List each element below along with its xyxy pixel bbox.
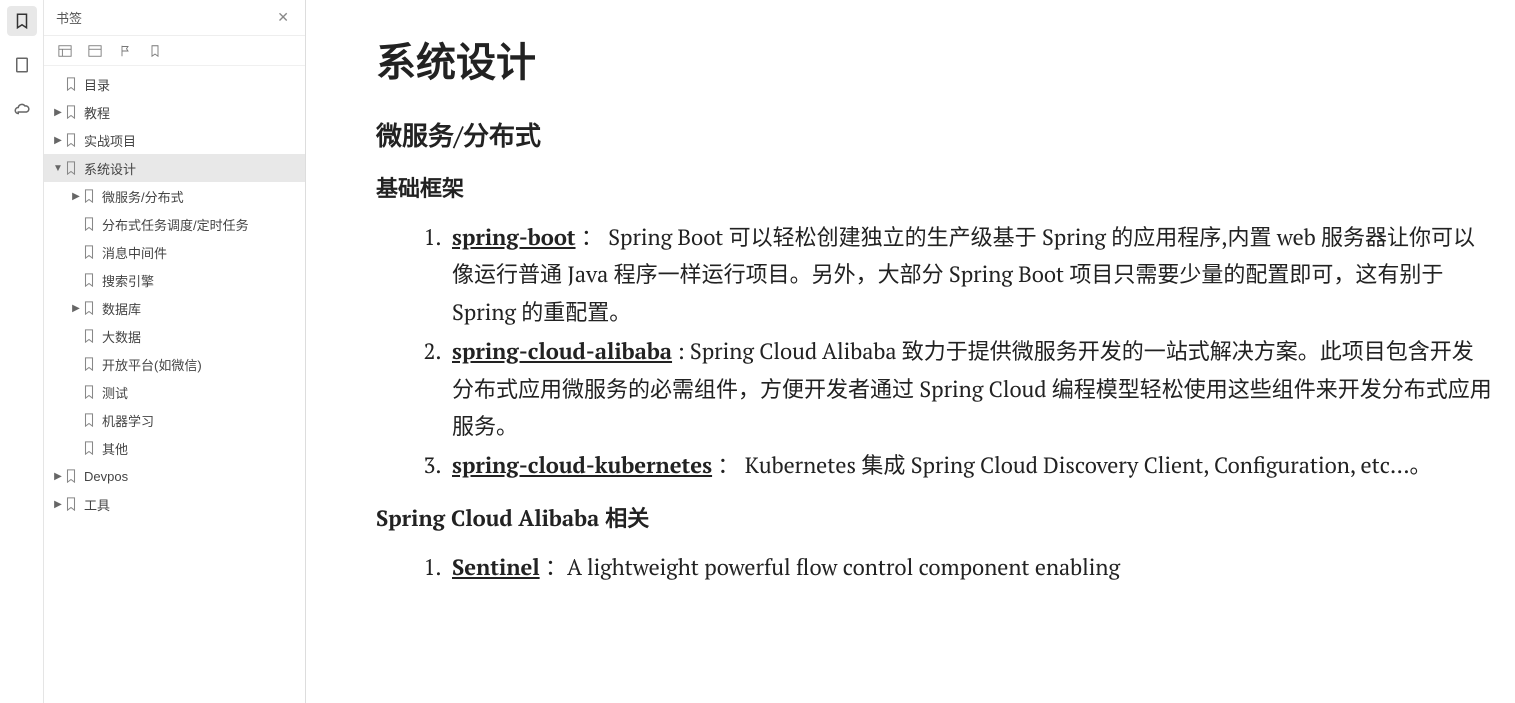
sidebar-title: 书签 bbox=[56, 8, 82, 27]
bookmark-icon-small bbox=[64, 469, 78, 483]
bookmark-icon-small bbox=[82, 217, 96, 231]
icon-rail bbox=[0, 0, 44, 703]
bookmarks-sidebar: 书签 ✕ 目录 ▶ 教程 ▶ 实战项目 ▼ 系统设计 ▶ 微服务/分布式分布式任务调度/定时任务… bbox=[44, 0, 306, 703]
bookmark-label: 系统设计 bbox=[84, 159, 136, 178]
bookmark-label: 数据库 bbox=[102, 299, 141, 318]
list-item-text: ： Spring Boot 可以轻松创建独立的生产级基于 Spring 的应用程… bbox=[452, 223, 1475, 327]
bookmark-label: 测试 bbox=[102, 383, 128, 402]
bookmark-icon-small bbox=[82, 441, 96, 455]
list-item-text: ： Kubernetes 集成 Spring Cloud Discovery C… bbox=[712, 451, 1431, 480]
bookmark-label: 分布式任务调度/定时任务 bbox=[102, 215, 249, 234]
bookmark-icon-small bbox=[82, 413, 96, 427]
bookmark-icon-small bbox=[82, 329, 96, 343]
framework-link[interactable]: Sentinel bbox=[452, 553, 540, 582]
bookmark-icon-small bbox=[64, 161, 78, 175]
bookmark-label: Devpos bbox=[84, 469, 128, 484]
bookmark-item[interactable]: ▶ Devpos bbox=[44, 462, 305, 490]
bookmark-item[interactable]: ▶ 教程 bbox=[44, 98, 305, 126]
bookmark-label: 目录 bbox=[84, 75, 110, 94]
bookmark-icon-small bbox=[82, 301, 96, 315]
section-heading: 微服务/分布式 bbox=[376, 116, 1495, 153]
bookmark-item[interactable]: ▼ 系统设计 bbox=[44, 154, 305, 182]
bookmark-label: 消息中间件 bbox=[102, 243, 167, 262]
framework-link[interactable]: spring-cloud-kubernetes bbox=[452, 451, 712, 480]
bookmark-item[interactable]: 机器学习 bbox=[44, 406, 305, 434]
bookmark-item[interactable]: ▶ 数据库 bbox=[44, 294, 305, 322]
bookmark-icon-small bbox=[64, 133, 78, 147]
chevron-right-icon[interactable]: ▶ bbox=[70, 303, 82, 314]
bookmark-label: 其他 bbox=[102, 439, 128, 458]
bookmark-icon-small bbox=[82, 273, 96, 287]
close-icon[interactable]: ✕ bbox=[273, 7, 293, 28]
bookmark-outline-icon[interactable] bbox=[146, 42, 164, 60]
layout-icon[interactable] bbox=[56, 42, 74, 60]
alibaba-list: Sentinel ：A lightweight powerful flow co… bbox=[446, 549, 1495, 586]
framework-list: spring-boot ： Spring Boot 可以轻松创建独立的生产级基于… bbox=[446, 219, 1495, 485]
bookmark-icon-small bbox=[82, 189, 96, 203]
list-item: spring-cloud-alibaba : Spring Cloud Alib… bbox=[446, 333, 1495, 445]
sidebar-toolbar bbox=[44, 36, 305, 66]
bookmark-icon[interactable] bbox=[7, 6, 37, 36]
subsection-heading: 基础框架 bbox=[376, 171, 1495, 203]
collapse-icon[interactable] bbox=[86, 42, 104, 60]
bookmark-label: 微服务/分布式 bbox=[102, 187, 184, 206]
list-item-text: ：A lightweight powerful flow control com… bbox=[540, 553, 1120, 582]
bookmark-icon-small bbox=[82, 357, 96, 371]
bookmark-label: 实战项目 bbox=[84, 131, 136, 150]
bookmark-icon-small bbox=[82, 385, 96, 399]
bookmark-item[interactable]: 其他 bbox=[44, 434, 305, 462]
chevron-right-icon[interactable]: ▶ bbox=[52, 135, 64, 146]
bookmark-item[interactable]: ▶ 工具 bbox=[44, 490, 305, 518]
bookmark-icon-small bbox=[82, 245, 96, 259]
bookmark-label: 搜索引擎 bbox=[102, 271, 154, 290]
chevron-right-icon[interactable]: ▶ bbox=[52, 107, 64, 118]
bookmark-label: 机器学习 bbox=[102, 411, 154, 430]
bookmark-item[interactable]: 开放平台(如微信) bbox=[44, 350, 305, 378]
bookmark-item[interactable]: 搜索引擎 bbox=[44, 266, 305, 294]
bookmark-icon-small bbox=[64, 497, 78, 511]
bookmark-item[interactable]: 测试 bbox=[44, 378, 305, 406]
bookmark-icon-small bbox=[64, 77, 78, 91]
bookmark-item[interactable]: ▶ 实战项目 bbox=[44, 126, 305, 154]
framework-link[interactable]: spring-cloud-alibaba bbox=[452, 337, 672, 366]
bookmark-label: 工具 bbox=[84, 495, 110, 514]
bookmark-icon-small bbox=[64, 105, 78, 119]
cloud-icon[interactable] bbox=[7, 94, 37, 124]
bookmark-tree: 目录 ▶ 教程 ▶ 实战项目 ▼ 系统设计 ▶ 微服务/分布式分布式任务调度/定时任务消息中间件… bbox=[44, 66, 305, 703]
bookmark-label: 大数据 bbox=[102, 327, 141, 346]
chevron-right-icon[interactable]: ▶ bbox=[52, 499, 64, 510]
chevron-down-icon[interactable]: ▼ bbox=[52, 163, 64, 174]
subsection-heading: Spring Cloud Alibaba 相关 bbox=[376, 501, 1495, 533]
bookmark-label: 开放平台(如微信) bbox=[102, 355, 202, 374]
chevron-right-icon[interactable]: ▶ bbox=[52, 471, 64, 482]
bookmark-item[interactable]: ▶ 微服务/分布式 bbox=[44, 182, 305, 210]
flag-icon[interactable] bbox=[116, 42, 134, 60]
bookmark-label: 教程 bbox=[84, 103, 110, 122]
list-item: spring-cloud-kubernetes ： Kubernetes 集成 … bbox=[446, 447, 1495, 484]
bookmark-item[interactable]: 分布式任务调度/定时任务 bbox=[44, 210, 305, 238]
bookmark-item[interactable]: 大数据 bbox=[44, 322, 305, 350]
sidebar-header: 书签 ✕ bbox=[44, 0, 305, 36]
page-icon[interactable] bbox=[7, 50, 37, 80]
page-title: 系统设计 bbox=[376, 30, 1495, 88]
bookmark-item[interactable]: 目录 bbox=[44, 70, 305, 98]
list-item: spring-boot ： Spring Boot 可以轻松创建独立的生产级基于… bbox=[446, 219, 1495, 331]
bookmark-item[interactable]: 消息中间件 bbox=[44, 238, 305, 266]
document-content: 系统设计 微服务/分布式 基础框架 spring-boot ： Spring B… bbox=[306, 0, 1515, 703]
framework-link[interactable]: spring-boot bbox=[452, 223, 576, 252]
list-item: Sentinel ：A lightweight powerful flow co… bbox=[446, 549, 1495, 586]
chevron-right-icon[interactable]: ▶ bbox=[70, 191, 82, 202]
